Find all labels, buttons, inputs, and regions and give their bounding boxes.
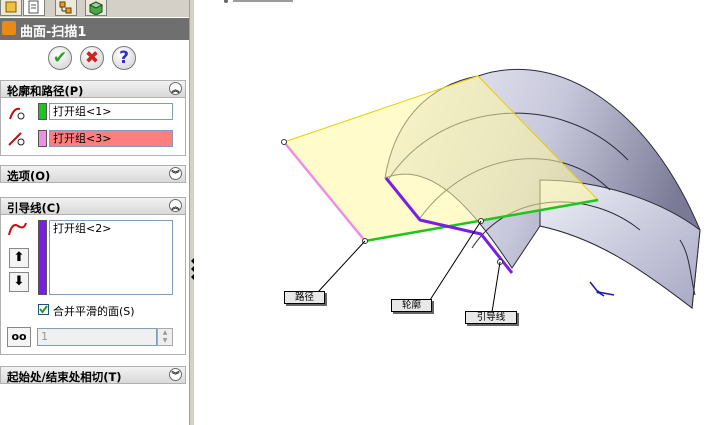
graphics-viewport[interactable] [195, 0, 728, 425]
section-header-guide-curves[interactable]: 引导线(C) ︽ [0, 197, 186, 215]
section-title-options: 选项(O) [7, 169, 51, 183]
section-body-profile-path: 打开组<1> 打开组<3> [0, 98, 186, 156]
move-down-button[interactable]: ⬇ [9, 272, 29, 292]
profile-color-swatch [38, 103, 47, 120]
arrow-up-icon: ⬆ [13, 250, 25, 265]
help-button[interactable]: ? [112, 46, 136, 70]
manager-tabs [0, 0, 190, 17]
checkmark-icon [39, 305, 48, 314]
callout-leader-profile [429, 220, 482, 301]
guide-curve-icon [8, 222, 27, 236]
collapse-chevron-icon[interactable]: ︽ [169, 199, 182, 212]
splitter-grip-icon [191, 274, 194, 280]
ok-button[interactable]: ✔ [48, 46, 72, 70]
merge-smooth-faces-label: 合并平滑的面(S) [53, 305, 135, 318]
section-header-profile-path[interactable]: 轮廓和路径(P) ︽ [0, 80, 186, 98]
arrow-down-icon: ⬇ [13, 274, 25, 289]
collapse-chevron-icon[interactable]: ︽ [169, 82, 182, 95]
sections-spin-input[interactable]: 1 [37, 328, 157, 346]
callout-profile-label[interactable]: 轮廓 [391, 299, 432, 312]
tab-feature-manager[interactable] [0, 0, 22, 16]
expand-chevron-icon[interactable]: ︾ [169, 368, 182, 381]
splitter-grip-icon [191, 266, 194, 272]
tab-display-manager[interactable] [85, 0, 107, 16]
merge-smooth-faces-checkbox[interactable] [38, 304, 49, 315]
show-sections-button[interactable]: oo [7, 327, 31, 347]
callout-leader-path [317, 240, 366, 293]
feature-title-bar: 曲面-扫描1 [0, 18, 190, 40]
move-up-button[interactable]: ⬆ [9, 248, 29, 268]
profile-select-icon [9, 107, 25, 120]
list-item[interactable]: 打开组<2> [53, 221, 172, 236]
feature-tree-icon [5, 1, 17, 13]
callout-path-label[interactable]: 路径 [284, 291, 325, 304]
property-sheet-icon [28, 0, 39, 14]
section-header-options[interactable]: 选项(O) ︾ [0, 165, 186, 183]
coordinate-triad-icon [589, 281, 615, 297]
guide-color-swatch [38, 220, 47, 295]
section-title-tangency: 起始处/结束处相切(T) [7, 370, 122, 384]
glasses-icon: oo [11, 330, 27, 343]
path-endpoint[interactable] [281, 139, 287, 145]
tab-configuration-manager[interactable] [55, 0, 77, 16]
feature-title: 曲面-扫描1 [20, 25, 87, 40]
section-header-tangency[interactable]: 起始处/结束处相切(T) ︾ [0, 366, 186, 384]
callout-guide-label[interactable]: 引导线 [465, 311, 517, 324]
expand-chevron-icon[interactable]: ︾ [169, 167, 182, 180]
tab-property-manager[interactable] [23, 0, 45, 16]
section-body-guide-curves: 打开组<2> ⬆ ⬇ 合并平滑的面(S) oo 1 ▲ ▼ [0, 215, 186, 355]
spin-stepper[interactable]: ▲ ▼ [157, 328, 173, 346]
cancel-button[interactable]: ✖ [80, 46, 104, 70]
tree-node-icon [224, 0, 228, 3]
section-title-profile-path: 轮廓和路径(P) [7, 84, 84, 98]
profile-selection-field[interactable]: 打开组<1> [49, 103, 173, 120]
path-selection-field[interactable]: 打开组<3> [49, 130, 173, 147]
configuration-icon [59, 1, 72, 14]
feature-tree-node[interactable] [224, 0, 293, 3]
surface-sweep-icon [2, 21, 16, 35]
guide-curves-list[interactable]: 打开组<2> [49, 220, 173, 295]
section-title-guide-curves: 引导线(C) [7, 201, 61, 215]
path-select-icon [8, 132, 25, 146]
display-cube-icon [88, 1, 104, 16]
property-manager-panel: 曲面-扫描1 ✔ ✖ ? 轮廓和路径(P) ︽ 打开组<1> 打开组<3> 选项… [0, 0, 190, 425]
path-color-swatch [38, 130, 47, 147]
callout-leader-guide [491, 261, 501, 313]
splitter-grip-icon [191, 258, 194, 264]
tree-node-label [233, 0, 293, 2]
